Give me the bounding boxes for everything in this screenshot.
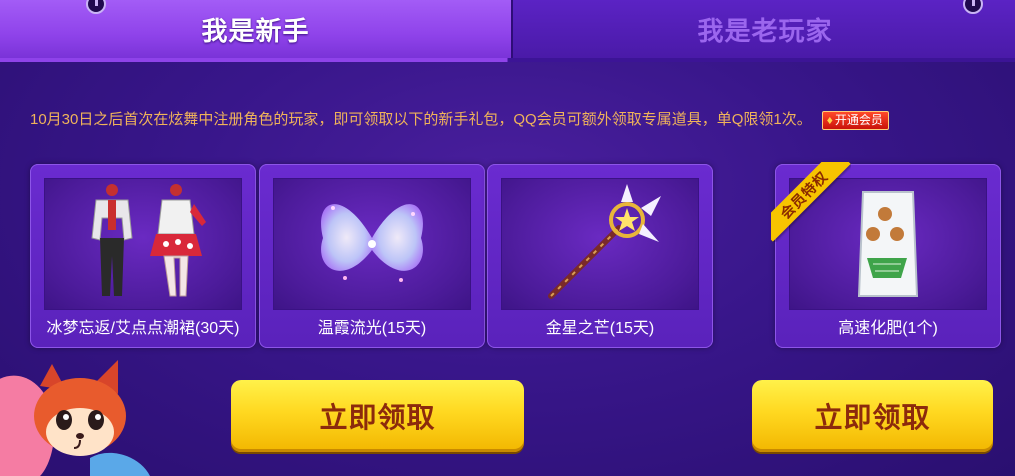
item-name: 冰梦忘返/艾点点潮裙(30天) (46, 320, 240, 337)
tab-veteran[interactable]: 我是老玩家 (511, 0, 1015, 58)
item-image-well (273, 178, 471, 310)
member-privilege-badge: 会员特权 (771, 162, 851, 242)
pin-icon (86, 0, 106, 14)
pin-icon (963, 0, 983, 14)
item-image-well (501, 178, 699, 310)
wings-icon (321, 204, 423, 282)
gift-item-wand: 金星之芒(15天) (487, 164, 713, 348)
item-image-well (44, 178, 242, 310)
tab-newbie-label: 我是新手 (201, 15, 310, 46)
claim-button-newbie[interactable]: 立即领取 (231, 380, 524, 452)
claim-button-member[interactable]: 立即领取 (752, 380, 993, 452)
tab-underline (0, 58, 1015, 62)
claim-button-label: 立即领取 (814, 402, 931, 433)
star-wand-icon (548, 184, 661, 299)
gift-item-fertilizer: 会员特权 高速化肥(1个) (771, 162, 1001, 348)
item-name: 温霞流光(15天) (317, 320, 427, 337)
vip-open-button[interactable]: ♦ 开通会员 (821, 110, 889, 130)
item-name: 金星之芒(15天) (545, 320, 655, 337)
notice-message: 10月30日之后首次在炫舞中注册角色的玩家，即可领取以下的新手礼包，QQ会员可额… (30, 111, 812, 128)
bell-icon: ♦ (826, 112, 833, 127)
vip-open-label: 开通会员 (834, 112, 883, 127)
member-privilege-label: 会员特权 (771, 162, 851, 242)
fox-mascot-icon (0, 360, 150, 476)
tab-bar: 我是新手 我是老玩家 (0, 0, 1015, 58)
gift-item-wings: 温霞流光(15天) (259, 164, 485, 348)
outfit-icon (91, 184, 206, 297)
gift-item-outfit: 冰梦忘返/艾点点潮裙(30天) (30, 164, 256, 348)
tab-veteran-label: 我是老玩家 (697, 15, 833, 46)
claim-button-label: 立即领取 (319, 402, 436, 433)
tab-newbie[interactable]: 我是新手 (0, 0, 511, 58)
item-name: 高速化肥(1个) (838, 320, 938, 337)
notice-text: 10月30日之后首次在炫舞中注册角色的玩家，即可领取以下的新手礼包，QQ会员可额… (30, 108, 889, 130)
